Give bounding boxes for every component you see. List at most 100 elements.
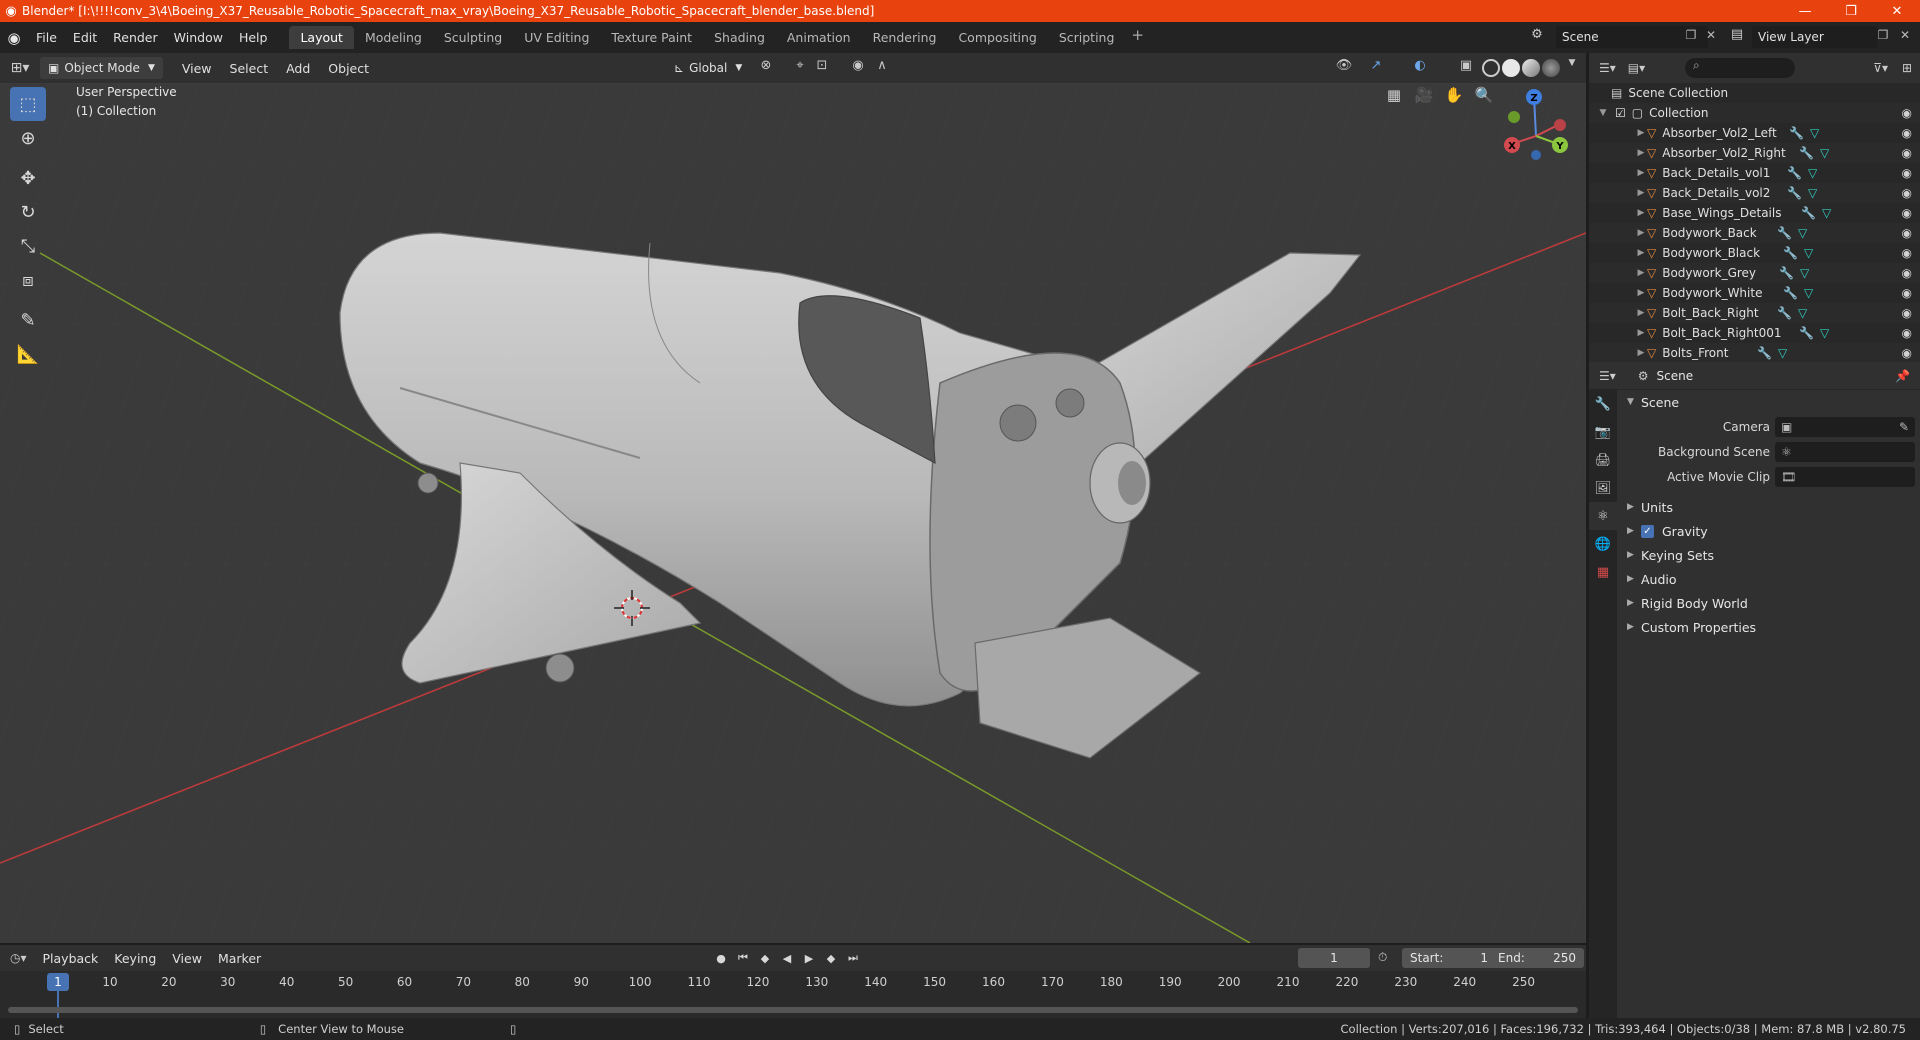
active-movie-clip-field[interactable]: 🎞 <box>1775 466 1915 487</box>
mesh-data-icon[interactable]: ▽ <box>1820 326 1829 340</box>
tab-scripting[interactable]: Scripting <box>1048 26 1126 49</box>
mesh-data-icon[interactable]: ▽ <box>1800 266 1809 280</box>
new-view-layer-icon[interactable]: ❐ <box>1874 28 1892 46</box>
timeline-menu-marker[interactable]: Marker <box>210 951 269 966</box>
select-box-tool-icon[interactable]: ⬚ <box>10 87 46 121</box>
modifier-wrench-icon[interactable]: 🔧 <box>1783 246 1798 260</box>
filter-icon[interactable]: ⊽▾ <box>1873 61 1888 75</box>
end-frame-field[interactable]: End: 250 <box>1490 948 1584 968</box>
render-tab-icon[interactable]: 📷 <box>1589 418 1617 446</box>
expand-arrow-icon[interactable]: ▶ <box>1635 208 1647 218</box>
view-layer-icon[interactable]: ▤ <box>1726 27 1748 47</box>
expand-arrow-icon[interactable]: ▶ <box>1635 308 1647 318</box>
close-button[interactable]: ✕ <box>1874 0 1920 22</box>
view-layer-selector[interactable]: View Layer <box>1752 26 1878 48</box>
tab-modeling[interactable]: Modeling <box>354 26 433 49</box>
modifier-wrench-icon[interactable]: 🔧 <box>1789 126 1804 140</box>
eye-icon[interactable]: ◉ <box>1902 306 1912 320</box>
prev-keyframe-icon[interactable]: ◆ <box>756 949 774 967</box>
outliner-search-input[interactable]: ⌕ <box>1685 58 1795 78</box>
eye-icon[interactable]: ◉ <box>1902 286 1912 300</box>
mesh-data-icon[interactable]: ▽ <box>1798 226 1807 240</box>
mesh-data-icon[interactable]: ▽ <box>1820 146 1829 160</box>
mesh-data-icon[interactable]: ▽ <box>1804 246 1813 260</box>
world-tab-icon[interactable]: 🌐 <box>1589 530 1617 558</box>
eye-icon[interactable]: ◉ <box>1902 126 1912 140</box>
menu-window[interactable]: Window <box>166 30 231 45</box>
jump-end-icon[interactable]: ⏭ <box>844 949 862 967</box>
outliner-object-row[interactable]: ▶ ▽ Bodywork_Back 🔧 ▽ ◉ <box>1589 223 1920 243</box>
tab-sculpting[interactable]: Sculpting <box>433 26 513 49</box>
outliner-object-row[interactable]: ▶ ▽ Absorber_Vol2_Left 🔧 ▽ ◉ <box>1589 123 1920 143</box>
expand-arrow-icon[interactable]: ▶ <box>1635 168 1647 178</box>
xray-icon[interactable]: ▣ <box>1456 58 1476 78</box>
output-tab-icon[interactable]: 🖨 <box>1589 446 1617 474</box>
snap-target-icon[interactable]: ⊡ <box>812 58 832 78</box>
gizmo-toggle-icon[interactable]: ↗ <box>1366 58 1386 78</box>
timeline-editor-type-icon[interactable]: ◷▾ <box>10 951 27 965</box>
jump-start-icon[interactable]: ⏮ <box>734 949 752 967</box>
pin-icon[interactable]: 📌 <box>1895 369 1910 383</box>
mesh-data-icon[interactable]: ▽ <box>1808 166 1817 180</box>
scene-icon[interactable]: ⚙ <box>1526 27 1548 47</box>
expand-arrow-icon[interactable]: ▶ <box>1635 228 1647 238</box>
proportional-editing-icon[interactable]: ◉ <box>848 58 868 78</box>
mesh-data-icon[interactable]: ▽ <box>1778 346 1787 360</box>
background-scene-field[interactable]: ⚛ <box>1775 441 1915 462</box>
modifier-wrench-icon[interactable]: 🔧 <box>1799 326 1814 340</box>
scene-tab-icon[interactable]: ⚛ <box>1589 502 1617 530</box>
eye-icon[interactable]: ◉ <box>1902 166 1912 180</box>
tab-uv-editing[interactable]: UV Editing <box>513 26 600 49</box>
eye-icon[interactable]: ◉ <box>1902 106 1912 120</box>
eye-icon[interactable]: ◉ <box>1902 206 1912 220</box>
mesh-data-icon[interactable]: ▽ <box>1808 186 1817 200</box>
view-layer-tab-icon[interactable]: 🖼 <box>1589 474 1617 502</box>
scale-tool-icon[interactable]: ⤡ <box>10 229 46 263</box>
expand-arrow-icon[interactable]: ▶ <box>1635 248 1647 258</box>
falloff-icon[interactable]: ∧ <box>872 58 892 78</box>
measure-tool-icon[interactable]: 📐 <box>10 337 46 371</box>
delete-view-layer-icon[interactable]: ✕ <box>1896 28 1914 46</box>
modifier-wrench-icon[interactable]: 🔧 <box>1757 346 1772 360</box>
outliner-object-row[interactable]: ▶ ▽ Back_Details_vol1 🔧 ▽ ◉ <box>1589 163 1920 183</box>
camera-field[interactable]: ▣ ✎ <box>1775 416 1915 437</box>
audio-panel-header[interactable]: ▶ Audio <box>1619 567 1920 591</box>
modifier-wrench-icon[interactable]: 🔧 <box>1801 206 1816 220</box>
mesh-data-icon[interactable]: ▽ <box>1822 206 1831 220</box>
tab-layout[interactable]: Layout <box>289 26 354 49</box>
annotate-tool-icon[interactable]: ✎ <box>10 303 46 337</box>
rendered-shading-icon[interactable] <box>1542 59 1560 77</box>
viewport-menu-select[interactable]: Select <box>221 61 278 76</box>
outliner-editor-type-icon[interactable]: ☰▾ <box>1599 61 1616 75</box>
rigid-body-world-panel-header[interactable]: ▶ Rigid Body World <box>1619 591 1920 615</box>
maximize-button[interactable]: ❐ <box>1828 0 1874 22</box>
viewport-menu-add[interactable]: Add <box>277 61 319 76</box>
expand-arrow-icon[interactable]: ▶ <box>1635 348 1647 358</box>
snap-icon[interactable]: ⌖ <box>790 58 810 78</box>
move-tool-icon[interactable]: ✥ <box>10 161 46 195</box>
modifier-wrench-icon[interactable]: 🔧 <box>1777 226 1792 240</box>
outliner-object-row[interactable]: ▶ ▽ Base_Wings_Details 🔧 ▽ ◉ <box>1589 203 1920 223</box>
expand-arrow-icon[interactable]: ▶ <box>1635 288 1647 298</box>
expand-arrow-icon[interactable]: ▶ <box>1635 268 1647 278</box>
minimize-button[interactable]: — <box>1782 0 1828 22</box>
modifier-wrench-icon[interactable]: 🔧 <box>1777 306 1792 320</box>
expand-arrow-icon[interactable]: ▼ <box>1597 108 1609 118</box>
eye-icon[interactable]: ◉ <box>1902 346 1912 360</box>
scene-collection-row[interactable]: ▤ Scene Collection <box>1589 83 1920 103</box>
eye-icon[interactable]: ◉ <box>1902 326 1912 340</box>
shading-options-chevron-icon[interactable]: ▼ <box>1562 58 1582 78</box>
solid-shading-icon[interactable] <box>1502 59 1520 77</box>
timeline-menu-view[interactable]: View <box>164 951 210 966</box>
properties-editor-type-icon[interactable]: ☰▾ <box>1599 369 1616 383</box>
mode-selector[interactable]: ▣ Object Mode ▼ <box>40 57 163 79</box>
expand-arrow-icon[interactable]: ▶ <box>1635 188 1647 198</box>
eye-icon[interactable]: ◉ <box>1902 146 1912 160</box>
custom-properties-panel-header[interactable]: ▶ Custom Properties <box>1619 615 1920 639</box>
collection-row[interactable]: ▼ ☑ ▢ Collection ◉ <box>1589 103 1920 123</box>
gravity-panel-header[interactable]: ▶ ✓ Gravity <box>1619 519 1920 543</box>
blender-menu-icon[interactable]: ◉ <box>0 29 28 47</box>
outliner-object-row[interactable]: ▶ ▽ Bodywork_Grey 🔧 ▽ ◉ <box>1589 263 1920 283</box>
units-panel-header[interactable]: ▶ Units <box>1619 495 1920 519</box>
display-mode-icon[interactable]: ▤▾ <box>1628 61 1645 75</box>
